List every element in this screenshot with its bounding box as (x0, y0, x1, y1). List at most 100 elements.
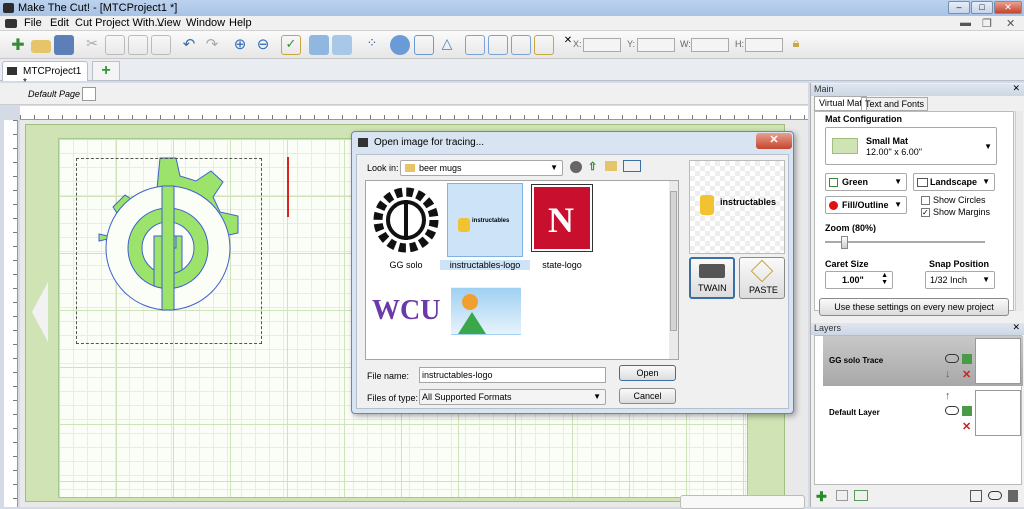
art-icon[interactable] (390, 35, 410, 55)
up-folder-icon[interactable]: ⇧ (588, 160, 597, 173)
menu-cut-project[interactable]: Cut Project With... (75, 17, 164, 29)
file-thumb-wcu[interactable]: WCU (371, 290, 441, 335)
grid-icon[interactable] (414, 35, 434, 55)
mdi-close-icon[interactable]: ✕ (1006, 17, 1015, 30)
align-right-icon[interactable] (511, 35, 531, 55)
trash-icon[interactable] (970, 490, 982, 502)
layers-panel-close-icon[interactable]: ✕ (1012, 322, 1020, 333)
align-center-icon[interactable] (488, 35, 508, 55)
file-list-scrollbar[interactable] (669, 181, 678, 359)
snap-position-select[interactable]: 1/32 Inch ▼ (925, 271, 995, 289)
file-type-select[interactable]: All Supported Formats ▼ (419, 389, 606, 405)
color-select[interactable]: Green ▼ (825, 173, 907, 191)
lock-icon[interactable] (962, 406, 972, 416)
view-menu-icon[interactable] (623, 160, 641, 172)
tab-project[interactable]: MTCProject1 * (2, 61, 88, 88)
tab-virtual-mat[interactable]: Virtual Mat (814, 96, 867, 111)
layer-default[interactable]: Default Layer ↑ ✕ (823, 388, 1023, 438)
menu-view[interactable]: View (157, 17, 181, 29)
open-button[interactable]: Open (619, 365, 676, 381)
copy-icon[interactable] (105, 35, 125, 55)
shape-icon[interactable]: △ (437, 35, 457, 55)
layer-gg-solo-trace[interactable]: GG solo Trace ↓ ✕ (823, 336, 1023, 386)
menu-edit[interactable]: Edit (50, 17, 69, 29)
eye-icon[interactable] (945, 406, 959, 415)
scanner-icon (699, 264, 725, 278)
paste-button[interactable]: PASTE (739, 257, 785, 299)
lock-icon[interactable] (1008, 490, 1018, 502)
page-tab[interactable]: Default Page (28, 89, 80, 99)
add-tab-button[interactable]: + (92, 61, 120, 81)
caret-size-stepper[interactable]: 1.00" ▲ ▼ (825, 271, 893, 289)
zoom-page-icon[interactable] (332, 35, 352, 55)
lock-icon[interactable]: 🔒︎ (786, 35, 806, 55)
mdi-minimize-icon[interactable]: ▬ (960, 17, 971, 29)
arrow-down-icon[interactable]: ↓ (945, 368, 951, 380)
layer-merge-icon[interactable] (854, 490, 868, 501)
lock-icon[interactable] (962, 354, 972, 364)
zoom-slider-thumb[interactable] (841, 236, 848, 249)
look-in-select[interactable]: beer mugs ▼ (400, 160, 563, 176)
w-field[interactable] (691, 38, 729, 52)
delete-icon[interactable]: ✕ (962, 368, 971, 381)
color-label: Green (842, 177, 869, 187)
minimize-button[interactable]: – (948, 1, 970, 14)
orientation-select[interactable]: Landscape ▼ (913, 173, 995, 191)
menu-file[interactable]: File (24, 17, 42, 29)
page-bar: Default Page (0, 83, 808, 105)
h-field[interactable] (745, 38, 783, 52)
file-thumb-instructables[interactable]: instructables (447, 183, 523, 257)
fill-select[interactable]: Fill/Outline ▼ (825, 196, 907, 214)
show-circles-checkbox[interactable] (921, 196, 930, 205)
zoom-label: Zoom (80%) (825, 223, 877, 233)
file-thumb-gg-solo[interactable] (371, 185, 441, 255)
redo-icon[interactable]: ↷ (202, 35, 222, 55)
scroll-thumb[interactable] (670, 191, 677, 331)
node-icon[interactable]: ⁘ (362, 35, 382, 55)
cut-icon[interactable]: ✂ (82, 35, 102, 55)
menu-help[interactable]: Help (229, 17, 252, 29)
eye-icon[interactable] (945, 354, 959, 363)
show-margins-checkbox[interactable]: ✓ (921, 208, 930, 217)
fit-icon[interactable] (309, 35, 329, 55)
menu-window[interactable]: Window (186, 17, 225, 29)
menu-app-icon[interactable] (5, 19, 17, 28)
file-thumb-picture[interactable] (451, 287, 521, 335)
file-name-input[interactable] (419, 367, 606, 383)
mdi-restore-icon[interactable]: ❐ (982, 17, 992, 30)
maximize-button[interactable]: □ (971, 1, 993, 14)
file-thumb-state-logo[interactable]: N (532, 185, 592, 251)
distribute-icon[interactable] (534, 35, 554, 55)
zoom-in-icon[interactable]: ⊕ (230, 35, 250, 55)
mat-nav-arrow[interactable] (32, 282, 48, 342)
mat-icon (832, 138, 858, 154)
delete-icon[interactable]: ✕ (962, 420, 971, 433)
zoom-out-icon[interactable]: ⊖ (253, 35, 273, 55)
twain-button[interactable]: TWAIN (689, 257, 735, 299)
eye-icon[interactable] (988, 491, 1002, 500)
align-left-icon[interactable] (465, 35, 485, 55)
layer-op-icon[interactable] (836, 490, 848, 501)
import-icon[interactable] (151, 35, 171, 55)
check-icon[interactable]: ✓ (281, 35, 301, 55)
add-page-icon[interactable] (82, 87, 96, 101)
use-settings-button[interactable]: Use these settings on every new project (819, 298, 1009, 316)
cancel-button[interactable]: Cancel (619, 388, 676, 404)
x-field[interactable] (583, 38, 621, 52)
close-button[interactable]: ✕ (994, 1, 1022, 14)
y-field[interactable] (637, 38, 675, 52)
paste-icon[interactable] (128, 35, 148, 55)
panel-scrollbar[interactable] (1015, 111, 1023, 311)
add-layer-icon[interactable]: ✚ (816, 489, 827, 505)
back-icon[interactable] (570, 161, 582, 173)
undo-icon[interactable]: ↶ (179, 35, 199, 55)
main-panel-close-icon[interactable]: ✕ (1012, 83, 1020, 94)
new-folder-icon[interactable] (605, 161, 617, 171)
arrow-up-icon[interactable]: ↑ (945, 390, 951, 402)
save-icon[interactable] (54, 35, 74, 55)
new-icon[interactable]: ✚ (8, 35, 28, 55)
tab-text-fonts[interactable]: Text and Fonts (861, 97, 929, 111)
dialog-close-button[interactable]: ✕ (756, 133, 792, 149)
open-folder-icon[interactable] (31, 40, 51, 53)
mat-size-select[interactable]: Small Mat 12.00" x 6.00" ▼ (825, 127, 997, 165)
